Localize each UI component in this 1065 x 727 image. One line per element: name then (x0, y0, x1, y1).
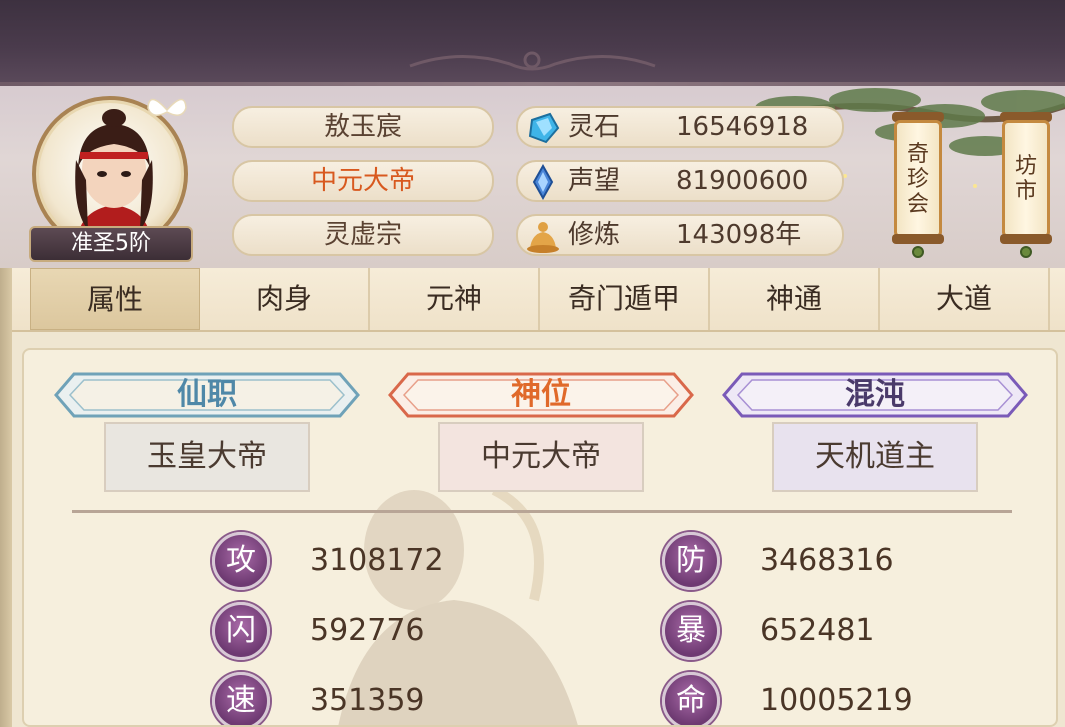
tab-spirit[interactable]: 元神 (370, 268, 540, 330)
stat-value: 592776 (310, 613, 425, 648)
stat-badge: 闪 (212, 602, 270, 660)
plaque-value: 中元大帝 (438, 422, 644, 492)
resource-cultivation[interactable]: 修炼 143098年 (516, 214, 844, 256)
plaque-heading: 仙职 (177, 377, 237, 412)
rank-badge: 准圣5阶 (29, 226, 193, 262)
ornament-icon (409, 51, 656, 71)
player-title: 中元大帝 (232, 160, 494, 202)
plaque-value: 天机道主 (772, 422, 978, 492)
plaque-heading: 神位 (511, 377, 571, 412)
scroll-label-char: 奇 (906, 141, 929, 167)
stat-badge: 命 (662, 672, 720, 725)
scroll-label-char: 坊 (1014, 154, 1037, 179)
stat-critical: 暴 652481 (662, 602, 982, 660)
stat-value: 351359 (310, 683, 425, 718)
attributes-panel: 仙职 玉皇大帝 神位 中元大帝 混沌 天机道主 攻 3108172 防 3468… (22, 348, 1058, 727)
title-plaque-divine-rank: 神位 中元大帝 (388, 370, 694, 498)
scroll-label-char: 会 (906, 191, 929, 217)
stat-badge: 暴 (662, 602, 720, 660)
resource-label: 声望 (568, 166, 621, 196)
stat-hp: 命 10005219 (662, 672, 982, 725)
avatar[interactable]: 准圣5阶 (26, 92, 194, 262)
stat-defense: 防 3468316 (662, 532, 982, 590)
tab-bar: 属性 肉身 元神 奇门遁甲 神通 大道 (12, 268, 1065, 332)
title-plaque-immortal-office: 仙职 玉皇大帝 (54, 370, 360, 498)
resource-spirit-stone[interactable]: 灵石 16546918 (516, 106, 844, 148)
stat-dodge: 闪 592776 (212, 602, 512, 660)
resource-value: 16546918 (676, 112, 809, 142)
stat-value: 652481 (760, 613, 875, 648)
reputation-icon (532, 164, 554, 200)
scroll-label-char: 珍 (906, 166, 929, 192)
market-button[interactable]: 坊 市 (1000, 98, 1052, 258)
tab-attributes[interactable]: 属性 (30, 268, 200, 330)
player-header: 准圣5阶 敖玉宸 中元大帝 灵虚宗 灵石 16546918 声望 8190060… (0, 86, 1065, 268)
stat-value: 3468316 (760, 543, 894, 578)
player-name: 敖玉宸 (232, 106, 494, 148)
resource-value: 81900600 (676, 166, 809, 196)
stat-badge: 攻 (212, 532, 270, 590)
scroll-cap (1000, 234, 1052, 244)
plaque-heading: 混沌 (845, 377, 905, 412)
scroll-label-char: 市 (1014, 179, 1037, 204)
tab-great-dao[interactable]: 大道 (880, 268, 1050, 330)
spirit-stone-icon (528, 112, 560, 144)
stat-badge: 速 (212, 672, 270, 725)
left-rail (0, 268, 12, 727)
scroll-knob (912, 246, 924, 258)
scroll-knob (1020, 246, 1032, 258)
tab-body[interactable]: 肉身 (200, 268, 370, 330)
resource-reputation[interactable]: 声望 81900600 (516, 160, 844, 202)
treasure-fair-button[interactable]: 奇 珍 会 (892, 98, 944, 258)
plaque-value: 玉皇大帝 (104, 422, 310, 492)
title-plaque-chaos: 混沌 天机道主 (722, 370, 1028, 498)
section-divider (72, 510, 1012, 513)
stat-badge: 防 (662, 532, 720, 590)
player-sect: 灵虚宗 (232, 214, 494, 256)
tab-divine-powers[interactable]: 神通 (710, 268, 880, 330)
scroll-body: 坊 市 (1002, 120, 1050, 238)
resource-label: 灵石 (568, 112, 621, 142)
top-banner (0, 0, 1065, 86)
tab-qimen-dunjia[interactable]: 奇门遁甲 (540, 268, 710, 330)
scroll-body: 奇 珍 会 (894, 120, 942, 238)
resource-value: 143098年 (676, 220, 802, 250)
resource-label: 修炼 (568, 220, 621, 250)
stat-attack: 攻 3108172 (212, 532, 512, 590)
stat-value: 3108172 (310, 543, 444, 578)
stat-speed: 速 351359 (212, 672, 512, 725)
stat-value: 10005219 (760, 683, 913, 718)
scroll-cap (892, 234, 944, 244)
butterfly-icon (147, 98, 187, 116)
cultivation-icon (527, 222, 559, 253)
